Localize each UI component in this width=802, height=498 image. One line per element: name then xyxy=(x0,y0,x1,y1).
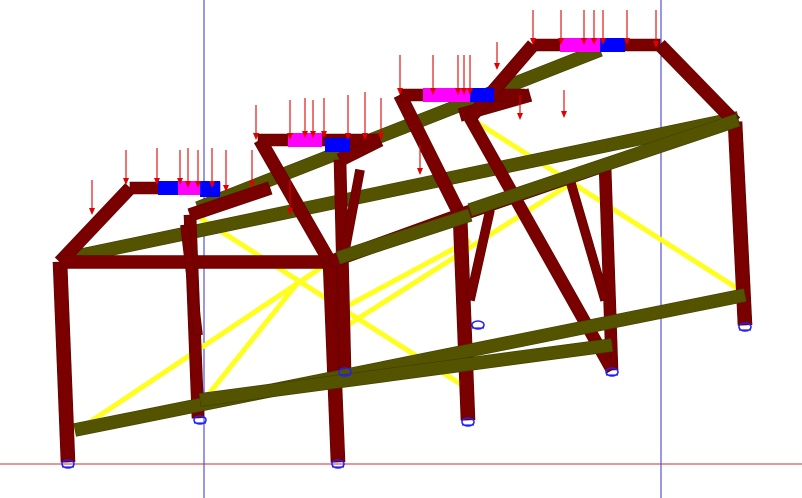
structure-model-view[interactable] xyxy=(0,0,802,498)
load-arrow-icon xyxy=(494,42,500,70)
load-arrow-icon xyxy=(287,100,293,140)
load-arrow-icon xyxy=(561,90,567,118)
load-arrow-icon xyxy=(209,148,215,188)
load-arrow-icon xyxy=(89,180,95,215)
load-arrow-icon xyxy=(123,150,129,185)
longitudinal-beam xyxy=(335,208,473,265)
load-arrow-icon xyxy=(345,95,351,140)
load-arrow-icon xyxy=(310,100,316,138)
load-arrow-icon xyxy=(223,150,229,192)
rafter xyxy=(654,40,741,127)
load-arrow-icon xyxy=(321,98,327,138)
knee-brace xyxy=(465,208,495,302)
load-arrow-icon xyxy=(302,98,308,138)
support-icon xyxy=(471,320,485,330)
load-arrow-icon xyxy=(600,10,606,45)
load-arrow-icon xyxy=(177,150,183,185)
load-arrow-icon xyxy=(530,10,536,45)
load-arrow-icon xyxy=(253,105,259,140)
selected-member xyxy=(200,181,220,197)
load-arrow-icon xyxy=(185,148,191,188)
load-arrow-icon xyxy=(467,55,473,95)
load-arrow-icon xyxy=(195,150,201,188)
load-arrow-icon xyxy=(461,55,467,95)
load-arrow-icon xyxy=(624,10,630,45)
load-arrow-icon xyxy=(378,98,384,140)
supports-group xyxy=(61,320,752,469)
load-arrow-icon xyxy=(154,148,160,185)
load-arrow-icon xyxy=(397,55,403,95)
column xyxy=(52,261,76,463)
load-arrow-icon xyxy=(430,55,436,95)
portal-frames-group xyxy=(52,38,753,463)
viewport-3d[interactable] xyxy=(0,0,802,498)
load-arrow-icon xyxy=(581,10,587,45)
load-arrow-icon xyxy=(653,10,659,48)
load-arrow-icon xyxy=(591,10,597,45)
load-arrow-icon xyxy=(249,150,255,188)
selected-member xyxy=(470,88,494,102)
knee-brace xyxy=(180,224,203,336)
selected-member xyxy=(325,138,350,152)
load-arrow-icon xyxy=(558,10,564,45)
load-arrow-icon xyxy=(362,92,368,140)
cross-bracing-group xyxy=(73,115,742,435)
load-arrow-icon xyxy=(455,55,461,95)
